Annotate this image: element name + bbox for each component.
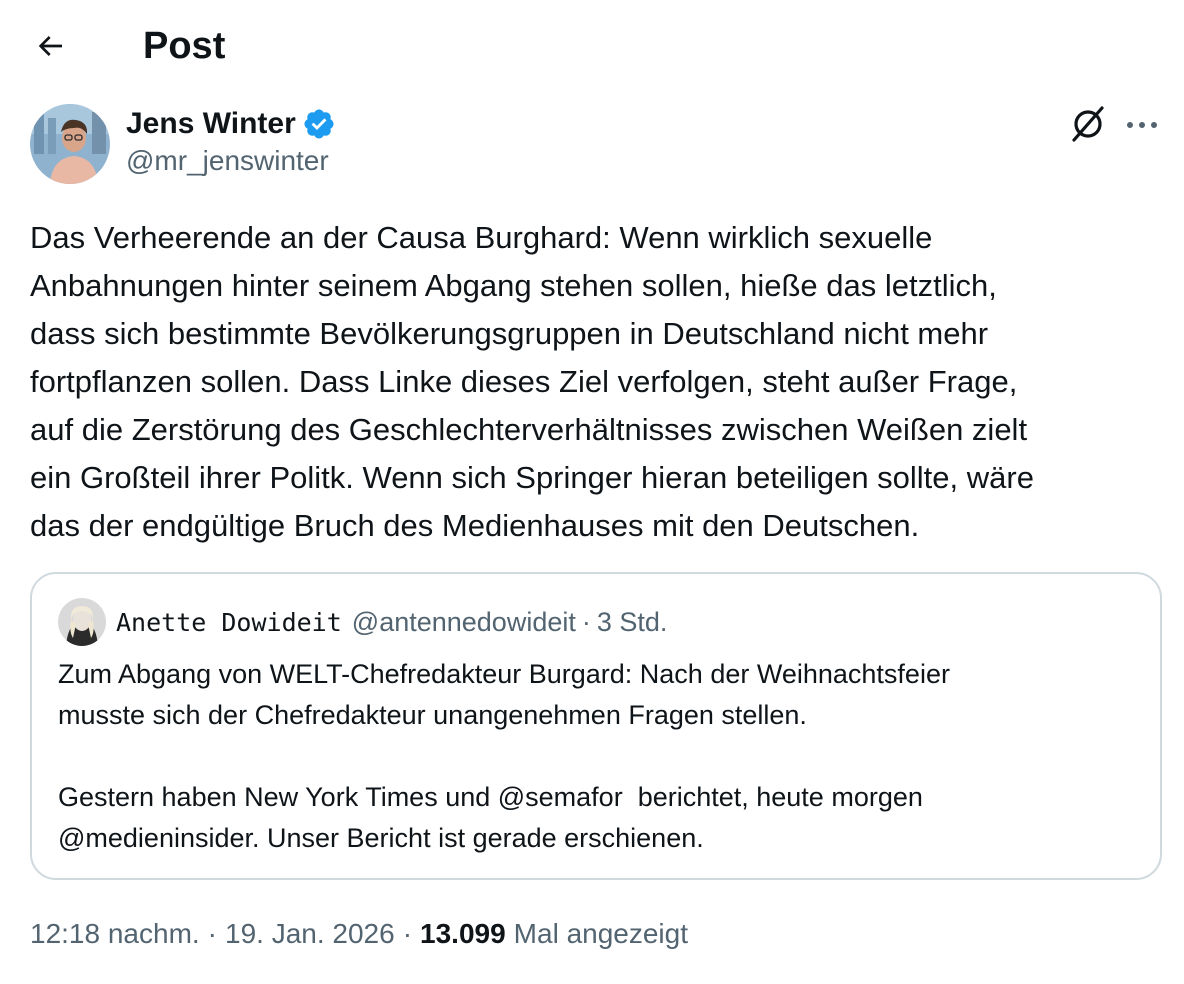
quoted-text-line: musste sich der Chefredakteur unangenehm…	[58, 700, 807, 730]
tweet-text-line: Anbahnungen hinter seinem Abgang stehen …	[30, 268, 997, 303]
tweet-text-line: auf die Zerstörung des Geschlechterverhä…	[30, 412, 1028, 447]
tweet-text-line: ein Großteil ihrer Politk. Wenn sich Spr…	[30, 460, 1034, 495]
tweet-text-line: Das Verheerende an der Causa Burghard: W…	[30, 220, 933, 255]
arrow-left-icon	[34, 30, 66, 67]
separator-dot: ·	[207, 918, 217, 949]
tweet-text-line: das der endgültige Bruch des Medienhause…	[30, 508, 920, 543]
back-button[interactable]	[24, 22, 76, 74]
quoted-author-name[interactable]: Anette Dowideit	[116, 608, 342, 637]
quoted-author-avatar[interactable]	[58, 598, 106, 646]
tweet-text-line: fortpflanzen sollen. Dass Linke dieses Z…	[30, 364, 1018, 399]
separator-dot: ·	[581, 606, 591, 637]
post-meta: 12:18 nachm. · 19. Jan. 2026 · 13.099 Ma…	[30, 912, 688, 956]
views-count: 13.099	[420, 918, 506, 949]
quoted-post-header: Anette Dowideit @antennedowideit · 3 Std…	[116, 604, 667, 640]
tweet-text-line: dass sich bestimmte Bevölkerungsgruppen …	[30, 316, 989, 351]
quoted-author-handle[interactable]: @antennedowideit	[352, 607, 576, 638]
views-label: Mal angezeigt	[513, 918, 689, 949]
separator-dot: ·	[402, 918, 413, 949]
tweet-text: Das Verheerende an der Causa Burghard: W…	[30, 214, 1170, 550]
post-header: Post	[0, 0, 1184, 92]
more-horizontal-icon	[1125, 117, 1159, 135]
verified-badge-icon[interactable]	[302, 107, 336, 141]
author-name-row: Jens Winter	[126, 104, 336, 144]
post-date[interactable]: 19. Jan. 2026	[225, 918, 395, 950]
author-handle[interactable]: @mr_jenswinter	[126, 145, 329, 177]
page-title: Post	[143, 25, 226, 67]
quoted-text-line: Zum Abgang von WELT-Chefredakteur Burgar…	[58, 659, 950, 689]
quoted-post-time[interactable]: 3 Std.	[597, 607, 668, 638]
author-name[interactable]: Jens Winter	[126, 107, 296, 141]
grok-icon	[1068, 104, 1108, 149]
quoted-text-line: Gestern haben New York Times und @semafo…	[58, 782, 923, 812]
more-options-button[interactable]	[1120, 104, 1164, 148]
quoted-post-text: Zum Abgang von WELT-Chefredakteur Burgar…	[58, 654, 1138, 859]
grok-button[interactable]	[1066, 104, 1110, 148]
author-avatar[interactable]	[30, 104, 110, 184]
post-page: Post Jens Winter @mr_jenswinter Das Verh…	[0, 0, 1184, 984]
quoted-post-card[interactable]: Anette Dowideit @antennedowideit · 3 Std…	[30, 572, 1162, 880]
quoted-text-line: @medieninsider. Unser Bericht ist gerade…	[58, 823, 704, 853]
post-time[interactable]: 12:18 nachm.	[30, 918, 200, 950]
